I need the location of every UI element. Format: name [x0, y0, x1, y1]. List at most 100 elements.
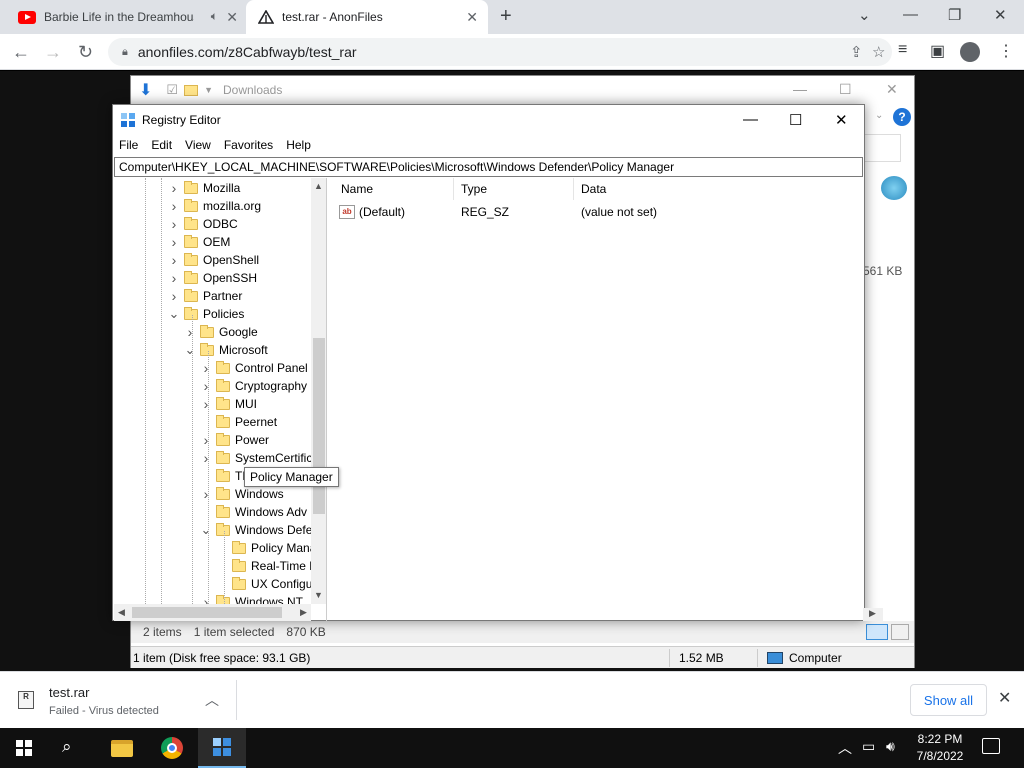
bookmark-star-icon[interactable]: ☆ [872, 43, 885, 61]
collapse-chevron-icon[interactable]: ⌄ [184, 342, 196, 358]
menu-help[interactable]: Help [286, 138, 311, 152]
expand-chevron-icon[interactable]: › [168, 198, 180, 214]
taskbar-file-explorer[interactable] [98, 728, 146, 768]
taskbar-registry-editor[interactable] [198, 728, 246, 768]
taskbar-chrome[interactable] [148, 728, 196, 768]
tree-node[interactable]: Windows Adv [200, 503, 307, 521]
tab-anonfiles[interactable]: test.rar - AnonFiles ✕ [246, 0, 488, 34]
menu-icon[interactable]: ⋮ [998, 41, 1014, 61]
tree-node[interactable]: ⌄ Windows Defe [200, 521, 313, 539]
checkbox-icon[interactable]: ☑ [166, 82, 178, 98]
expand-chevron-icon[interactable]: › [184, 324, 196, 340]
scroll-up-icon[interactable]: ▲ [314, 181, 323, 191]
new-tab-button[interactable]: + [500, 5, 512, 28]
search-icon[interactable]: ⌕ [62, 737, 72, 757]
folder-icon[interactable] [184, 84, 199, 96]
start-button[interactable] [16, 740, 32, 756]
tree-node[interactable]: ⌄ Microsoft [184, 341, 268, 359]
scroll-down-icon[interactable]: ▼ [314, 590, 323, 600]
column-type[interactable]: Type [461, 182, 487, 196]
tree-node[interactable]: Peernet [200, 413, 277, 431]
address-bar[interactable]: 🔒︎ anonfiles.com/z8Cabfwayb/test_rar ⇪ ☆ [108, 38, 892, 66]
menu-edit[interactable]: Edit [151, 138, 172, 152]
media-control-icon[interactable]: ≡ [898, 41, 907, 59]
download-filename[interactable]: test.rar [49, 685, 89, 700]
tree-node[interactable]: › Windows [200, 485, 284, 503]
expand-chevron-icon[interactable]: › [168, 288, 180, 304]
regedit-maximize-button[interactable]: ☐ [789, 111, 802, 129]
values-list[interactable]: Name Type Data ab (Default) REG_SZ (valu… [333, 178, 883, 621]
forward-button[interactable]: → [44, 42, 62, 63]
restore-button[interactable]: ❐ [948, 6, 961, 24]
registry-tree[interactable]: › Mozilla › mozilla.org › ODBC › OEM › OpenShell ›… [114, 178, 327, 621]
tree-node[interactable]: › OEM [168, 233, 231, 251]
large-icons-view-icon[interactable] [891, 624, 909, 640]
collapse-chevron-icon[interactable]: ⌄ [200, 522, 212, 538]
profile-avatar[interactable] [960, 42, 980, 62]
tree-node[interactable]: › OpenShell [168, 251, 259, 269]
list-horizontal-scrollbar[interactable]: ▶ [863, 608, 883, 621]
tree-node[interactable]: UX Configu [216, 575, 312, 593]
details-view-icon[interactable] [866, 624, 888, 640]
ribbon-expand-icon[interactable]: ⌄ [875, 110, 883, 121]
expand-chevron-icon[interactable]: › [200, 360, 212, 376]
tree-node[interactable]: › Google [184, 323, 258, 341]
volume-icon[interactable]: 🔊︎ [886, 738, 895, 755]
tree-node[interactable]: › ODBC [168, 215, 238, 233]
scroll-right-icon[interactable]: ▶ [300, 607, 307, 618]
tree-vertical-scrollbar[interactable]: ▲ ▼ [311, 178, 326, 604]
menu-favorites[interactable]: Favorites [224, 138, 273, 152]
tree-node[interactable]: › Mozilla [168, 179, 241, 197]
expand-chevron-icon[interactable]: › [200, 378, 212, 394]
value-row[interactable]: ab (Default) [339, 203, 405, 221]
network-icon[interactable]: ▭ [862, 738, 875, 755]
expand-chevron-icon[interactable]: › [168, 270, 180, 286]
speaker-icon[interactable]: 🔈︎ [211, 9, 218, 24]
close-window-button[interactable]: ✕ [994, 6, 1007, 24]
reload-button[interactable]: ↻ [78, 42, 93, 63]
expand-chevron-icon[interactable]: › [168, 234, 180, 250]
explorer-maximize-button[interactable]: ☐ [839, 81, 852, 98]
side-panel-icon[interactable]: ▣ [930, 41, 945, 61]
notification-icon[interactable] [982, 738, 1000, 754]
tree-node[interactable]: › Power [200, 431, 269, 449]
tree-node[interactable]: › mozilla.org [168, 197, 261, 215]
menu-file[interactable]: File [119, 138, 138, 152]
close-icon[interactable]: ✕ [466, 9, 478, 26]
tree-node[interactable]: Real-Time F [216, 557, 317, 575]
minimize-button[interactable]: — [903, 6, 918, 23]
share-icon[interactable]: ⇪ [850, 43, 863, 61]
tree-node[interactable]: › OpenSSH [168, 269, 257, 287]
tree-node[interactable]: › Partner [168, 287, 243, 305]
tree-node[interactable]: › SystemCertific [200, 449, 313, 467]
tree-node[interactable]: ⌄ Policies [168, 305, 245, 323]
menu-view[interactable]: View [185, 138, 211, 152]
tree-node[interactable]: › Cryptography [200, 377, 307, 395]
collapse-chevron-icon[interactable]: ⌄ [168, 306, 180, 322]
column-data[interactable]: Data [581, 182, 606, 196]
scroll-left-icon[interactable]: ◀ [118, 607, 125, 618]
expand-chevron-icon[interactable]: › [200, 486, 212, 502]
column-name[interactable]: Name [341, 182, 373, 196]
tab-youtube[interactable]: Barbie Life in the Dreamhouse 🔈︎ ✕ [8, 0, 248, 34]
search-box[interactable] [863, 134, 901, 162]
clock[interactable]: 8:22 PM 7/8/2022 [912, 731, 968, 765]
chevron-up-icon[interactable]: ︿ [838, 738, 852, 758]
address-path-bar[interactable]: Computer\HKEY_LOCAL_MACHINE\SOFTWARE\Pol… [114, 157, 863, 177]
tab-search-icon[interactable]: ⌄ [858, 6, 871, 24]
expand-chevron-icon[interactable]: › [168, 216, 180, 232]
regedit-minimize-button[interactable]: — [743, 111, 758, 128]
expand-chevron-icon[interactable]: › [200, 396, 212, 412]
scroll-right-icon[interactable]: ▶ [869, 608, 876, 619]
download-arrow-icon[interactable]: ⬇ [139, 80, 152, 100]
explorer-close-button[interactable]: ✕ [886, 81, 898, 98]
expand-chevron-icon[interactable]: › [168, 180, 180, 196]
close-icon[interactable]: ✕ [998, 688, 1011, 708]
lock-icon[interactable]: 🔒︎ [122, 46, 128, 59]
help-icon[interactable]: ? [893, 108, 911, 126]
expand-chevron-icon[interactable]: › [168, 252, 180, 268]
back-button[interactable]: ← [12, 42, 30, 63]
scroll-thumb[interactable] [132, 607, 282, 618]
explorer-minimize-button[interactable]: — [793, 81, 807, 97]
expand-chevron-icon[interactable]: › [200, 450, 212, 466]
